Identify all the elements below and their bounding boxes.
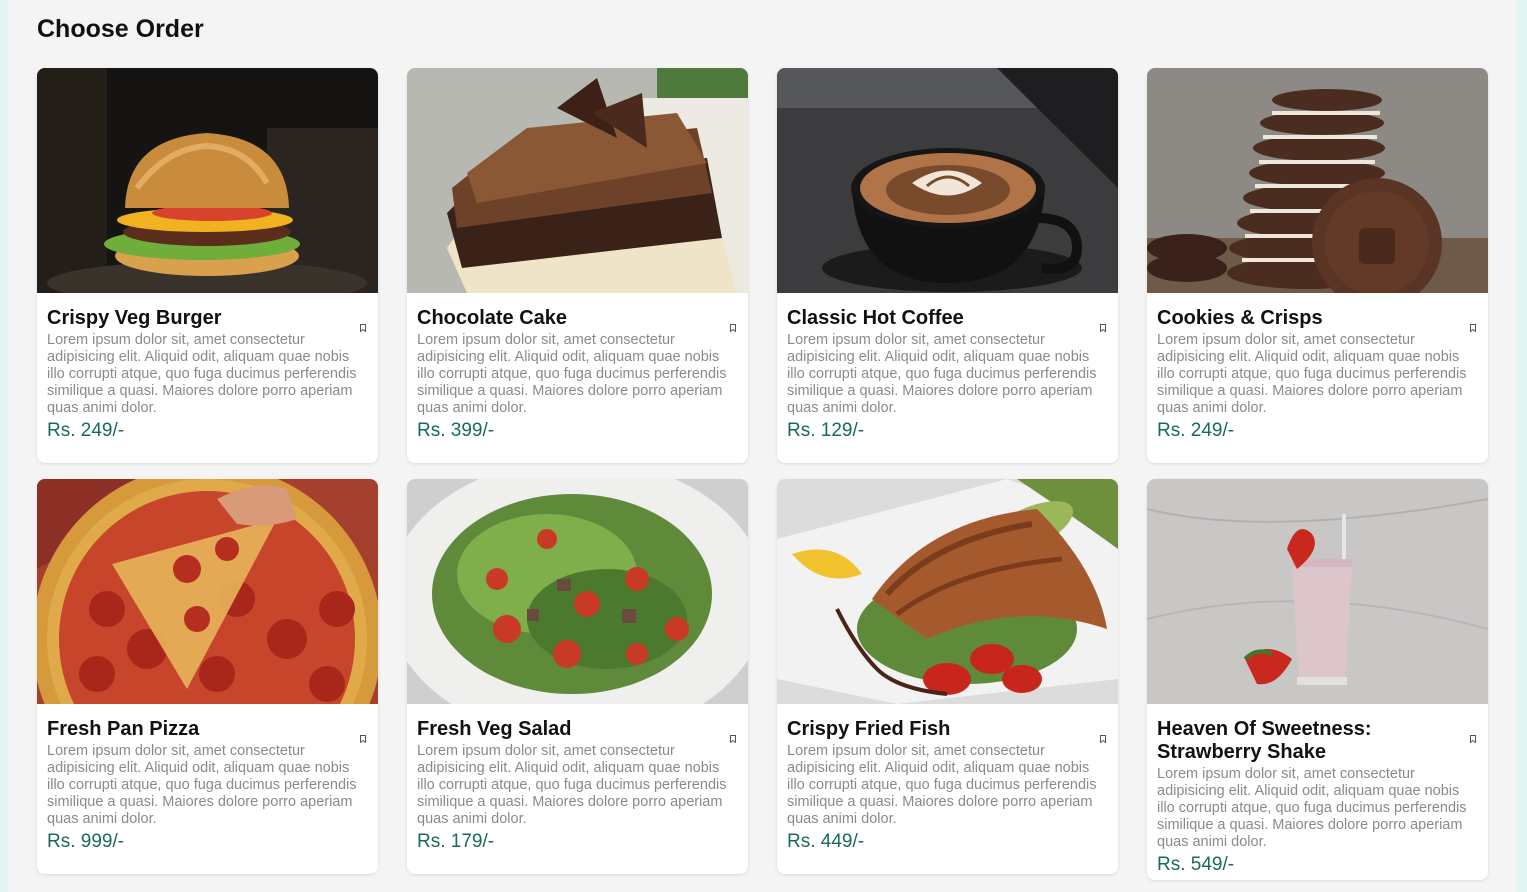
food-card[interactable]: Fresh Pan Pizza Lorem ipsum dolor sit, a…: [37, 479, 378, 874]
card-description: Lorem ipsum dolor sit, amet consectetur …: [1157, 332, 1467, 416]
food-card[interactable]: Crispy Veg Burger Lorem ipsum dolor sit,…: [37, 68, 378, 463]
card-description: Lorem ipsum dolor sit, amet consectetur …: [47, 332, 357, 416]
food-card[interactable]: Chocolate Cake Lorem ipsum dolor sit, am…: [407, 68, 748, 463]
bookmark-icon[interactable]: [360, 319, 366, 333]
food-grid: Crispy Veg Burger Lorem ipsum dolor sit,…: [37, 68, 1488, 880]
card-body: Cookies & Crisps Lorem ipsum dolor sit, …: [1147, 293, 1488, 443]
menu-panel: Choose Order Crispy Veg Burger Lorem ips…: [8, 0, 1516, 892]
bookmark-icon[interactable]: [1470, 730, 1476, 744]
card-price: Rs. 399/-: [417, 420, 495, 441]
card-title: Classic Hot Coffee: [787, 307, 964, 329]
card-description: Lorem ipsum dolor sit, amet consectetur …: [47, 743, 357, 827]
burger-photo: [37, 68, 378, 293]
card-title: Crispy Fried Fish: [787, 718, 951, 740]
cake-photo: [407, 68, 748, 293]
card-title: Fresh Veg Salad: [417, 718, 572, 740]
food-card[interactable]: Heaven Of Sweetness: Strawberry Shake Lo…: [1147, 479, 1488, 880]
bookmark-icon[interactable]: [730, 319, 736, 333]
card-body: Heaven Of Sweetness: Strawberry Shake Lo…: [1147, 704, 1488, 877]
card-body: Crispy Veg Burger Lorem ipsum dolor sit,…: [37, 293, 378, 443]
card-body: Chocolate Cake Lorem ipsum dolor sit, am…: [407, 293, 748, 443]
card-price: Rs. 999/-: [47, 831, 125, 852]
card-body: Fresh Pan Pizza Lorem ipsum dolor sit, a…: [37, 704, 378, 854]
bookmark-icon[interactable]: [1100, 730, 1106, 744]
food-card[interactable]: Crispy Fried Fish Lorem ipsum dolor sit,…: [777, 479, 1118, 874]
food-card[interactable]: Cookies & Crisps Lorem ipsum dolor sit, …: [1147, 68, 1488, 463]
salad-photo: [407, 479, 748, 704]
coffee-photo: [777, 68, 1118, 293]
fish-photo: [777, 479, 1118, 704]
bookmark-icon[interactable]: [360, 730, 366, 744]
cookies-photo: [1147, 68, 1488, 293]
food-card[interactable]: Fresh Veg Salad Lorem ipsum dolor sit, a…: [407, 479, 748, 874]
card-title: Chocolate Cake: [417, 307, 568, 329]
page-title: Choose Order: [37, 15, 204, 43]
card-title: Crispy Veg Burger: [47, 307, 222, 329]
card-description: Lorem ipsum dolor sit, amet consectetur …: [417, 332, 727, 416]
strawberry-shake-photo: [1147, 479, 1488, 704]
card-description: Lorem ipsum dolor sit, amet consectetur …: [787, 743, 1097, 827]
card-description: Lorem ipsum dolor sit, amet consectetur …: [417, 743, 727, 827]
card-title: Cookies & Crisps: [1157, 307, 1323, 329]
card-price: Rs. 249/-: [47, 420, 125, 441]
bookmark-icon[interactable]: [1470, 319, 1476, 333]
card-price: Rs. 129/-: [787, 420, 865, 441]
card-description: Lorem ipsum dolor sit, amet consectetur …: [1157, 766, 1467, 850]
card-title: Heaven Of Sweetness: Strawberry Shake: [1157, 718, 1372, 763]
card-body: Fresh Veg Salad Lorem ipsum dolor sit, a…: [407, 704, 748, 854]
card-description: Lorem ipsum dolor sit, amet consectetur …: [787, 332, 1097, 416]
card-body: Classic Hot Coffee Lorem ipsum dolor sit…: [777, 293, 1118, 443]
bookmark-icon[interactable]: [1100, 319, 1106, 333]
card-price: Rs. 449/-: [787, 831, 865, 852]
card-price: Rs. 179/-: [417, 831, 495, 852]
card-price: Rs. 249/-: [1157, 420, 1235, 441]
food-card[interactable]: Classic Hot Coffee Lorem ipsum dolor sit…: [777, 68, 1118, 463]
pizza-photo: [37, 479, 378, 704]
card-price: Rs. 549/-: [1157, 854, 1235, 875]
bookmark-icon[interactable]: [730, 730, 736, 744]
card-title: Fresh Pan Pizza: [47, 718, 200, 740]
card-body: Crispy Fried Fish Lorem ipsum dolor sit,…: [777, 704, 1118, 854]
